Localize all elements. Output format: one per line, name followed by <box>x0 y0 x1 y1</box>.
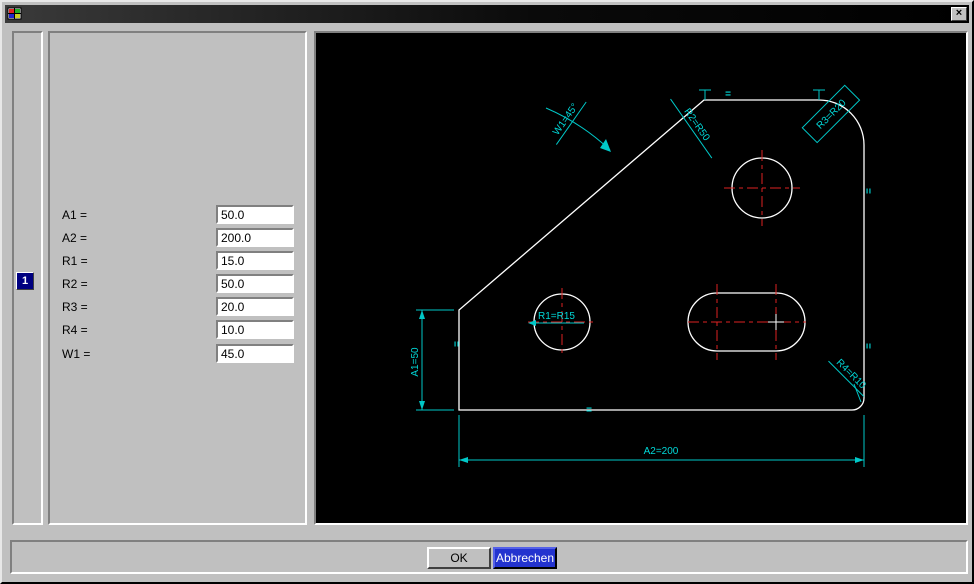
cad-preview-drawing: A1=50 A2=200 W1=45° R2=R50 R3=R20 R4=R10… <box>316 33 966 523</box>
dim-label-r2: R2=R50 <box>681 107 711 144</box>
variant-selector-strip: 1 <box>12 31 43 525</box>
cad-preview-panel: A1=50 A2=200 W1=45° R2=R50 R3=R20 R4=R10… <box>314 31 968 525</box>
constraint-eq-left: = <box>450 341 461 347</box>
app-icon <box>7 7 23 21</box>
dim-a1-group: A1=50 <box>410 347 421 377</box>
param-label-a2: A2 = <box>62 231 87 245</box>
slot-center-cross <box>768 314 784 330</box>
dim-r4-group: R4=R10 <box>828 353 872 397</box>
constraint-eq-right-top: = <box>862 188 873 194</box>
dim-r1-group: R1=R15 <box>536 311 584 323</box>
dim-w1-group: W1=45° <box>547 95 587 144</box>
param-input-r2[interactable] <box>216 274 294 293</box>
dim-label-w1: W1=45° <box>551 102 581 138</box>
param-row-a2: A2 = <box>50 228 305 249</box>
param-row-r1: R1 = <box>50 251 305 272</box>
variant-item-1[interactable]: 1 <box>16 272 34 290</box>
dim-label-r4: R4=R10 <box>834 357 868 391</box>
param-input-a1[interactable] <box>216 205 294 224</box>
param-input-a2[interactable] <box>216 228 294 247</box>
param-input-r4[interactable] <box>216 320 294 339</box>
param-input-w1[interactable] <box>216 344 294 363</box>
parameter-panel: A1 = A2 = R1 = R2 = R3 = R4 = W1 = <box>48 31 307 525</box>
param-label-r1: R1 = <box>62 254 88 268</box>
param-label-r3: R3 = <box>62 300 88 314</box>
titlebar[interactable]: × <box>5 5 969 23</box>
param-row-r3: R3 = <box>50 297 305 318</box>
param-row-r2: R2 = <box>50 274 305 295</box>
param-label-r4: R4 = <box>62 323 88 337</box>
param-row-w1: W1 = <box>50 344 305 365</box>
ok-button[interactable]: OK <box>427 547 491 569</box>
param-label-r2: R2 = <box>62 277 88 291</box>
parameter-dialog-window: × 1 A1 = A2 = R1 = R2 = R3 = R4 = <box>0 0 974 584</box>
close-icon[interactable]: × <box>951 7 967 21</box>
param-input-r3[interactable] <box>216 297 294 316</box>
constraint-eq-right-bottom: = <box>862 343 873 349</box>
param-row-a1: A1 = <box>50 205 305 226</box>
dim-label-a1: A1=50 <box>410 347 421 377</box>
param-label-w1: W1 = <box>62 347 90 361</box>
dim-label-a2: A2=200 <box>644 446 679 457</box>
dim-r2-group: R2=R50 <box>671 92 722 158</box>
constraint-eq-bottom: = <box>586 405 592 416</box>
param-label-a1: A1 = <box>62 208 87 222</box>
dim-label-r3: R3=R20 <box>815 97 849 131</box>
dim-label-r1: R1=R15 <box>538 311 575 322</box>
footer-bar: OK Abbrechen <box>10 540 968 574</box>
center-lines <box>528 150 806 360</box>
part-outline <box>459 100 864 410</box>
param-row-r4: R4 = <box>50 320 305 341</box>
param-input-r1[interactable] <box>216 251 294 270</box>
constraint-eq-top: = <box>725 89 731 100</box>
cancel-button[interactable]: Abbrechen <box>493 547 557 569</box>
